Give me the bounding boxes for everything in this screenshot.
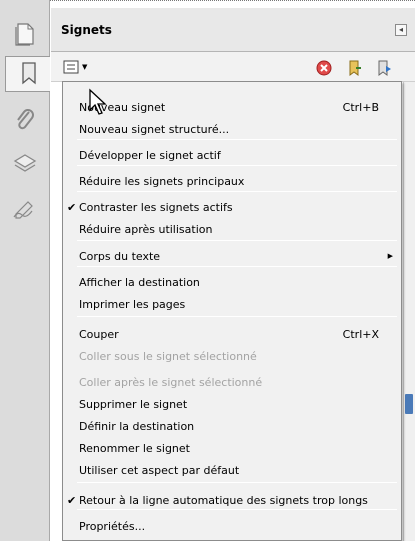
menu-item-label: Contraster les signets actifs xyxy=(79,200,233,214)
menu-item-use-as-default[interactable]: Utiliser cet aspect par défaut xyxy=(63,459,401,481)
menu-item-show-destination[interactable]: Afficher la destination xyxy=(63,271,401,293)
bookmark-options-menu: Nouveau signet Ctrl+B Nouveau signet struc… xyxy=(62,81,402,541)
menu-item-rename-bookmark[interactable]: Renommer le signet xyxy=(63,437,401,459)
menu-item-expand-current-bookmark[interactable]: Développer le signet actif xyxy=(63,144,401,166)
navigation-rail xyxy=(0,0,51,541)
menu-item-paste-under-selected: Coller sous le signet sélectionné xyxy=(63,345,401,367)
menu-item-label: Réduire après utilisation xyxy=(79,222,213,236)
panel-top-border xyxy=(50,0,415,8)
menu-item-text-size[interactable]: Corps du texte ▶ xyxy=(63,245,401,267)
layers-icon[interactable] xyxy=(6,146,44,182)
menu-item-label: Nouveau signet structuré... xyxy=(79,122,230,136)
menu-item-cut[interactable]: Couper Ctrl+X xyxy=(63,323,401,345)
menu-item-properties[interactable]: Propriétés... xyxy=(63,515,401,537)
menu-separator xyxy=(77,266,397,267)
menu-item-label: Définir la destination xyxy=(79,419,195,433)
delete-icon[interactable] xyxy=(315,59,333,77)
checkmark-icon: ✔ xyxy=(67,200,77,214)
menu-item-label: Retour à la ligne automatique des signet… xyxy=(79,493,368,507)
menu-item-delete-bookmark[interactable]: Supprimer le signet xyxy=(63,393,401,415)
menu-item-shortcut: Ctrl+B xyxy=(342,100,379,114)
menu-item-label: Supprimer le signet xyxy=(79,397,188,411)
new-bookmark-icon[interactable] xyxy=(345,59,363,77)
menu-item-highlight-current-bookmarks[interactable]: ✔ Contraster les signets actifs xyxy=(63,196,401,218)
menu-item-label: Couper xyxy=(79,327,119,341)
menu-item-label: Utiliser cet aspect par défaut xyxy=(79,463,240,477)
panel-header: Signets ◂ xyxy=(51,8,415,52)
menu-separator xyxy=(77,509,397,510)
panel-title: Signets xyxy=(61,22,112,37)
menu-item-label: Imprimer les pages xyxy=(79,297,186,311)
panel-collapse-icon[interactable]: ◂ xyxy=(395,24,407,36)
checkmark-icon: ✔ xyxy=(67,493,77,507)
menu-separator xyxy=(77,191,397,192)
chevron-down-icon: ▼ xyxy=(82,63,88,71)
menu-item-label: Propriétés... xyxy=(79,519,146,533)
expand-bookmark-icon[interactable] xyxy=(375,59,393,77)
panel-toolbar: ▼ xyxy=(51,52,415,82)
options-menu-button[interactable]: ▼ xyxy=(63,58,93,76)
menu-item-collapse-after-use[interactable]: Réduire après utilisation xyxy=(63,218,401,240)
options-menu-icon xyxy=(63,60,79,74)
menu-separator xyxy=(77,482,397,483)
menu-item-collapse-top-bookmarks[interactable]: Réduire les signets principaux xyxy=(63,170,401,192)
menu-item-label: Réduire les signets principaux xyxy=(79,174,245,188)
pages-icon[interactable] xyxy=(6,16,44,52)
bookmarks-icon[interactable] xyxy=(5,56,51,92)
menu-item-label: Coller après le signet sélectionné xyxy=(79,375,263,389)
mouse-cursor-icon xyxy=(89,88,107,115)
menu-item-set-destination[interactable]: Définir la destination xyxy=(63,415,401,437)
scrollbar-thumb[interactable] xyxy=(405,394,413,414)
menu-item-label: Renommer le signet xyxy=(79,441,190,455)
menu-separator xyxy=(77,316,397,317)
menu-separator xyxy=(77,139,397,140)
submenu-arrow-icon: ▶ xyxy=(387,252,393,260)
menu-item-paste-after-selected: Coller après le signet sélectionné xyxy=(63,371,401,393)
menu-separator xyxy=(77,165,397,166)
menu-separator xyxy=(77,240,397,241)
menu-item-print-pages[interactable]: Imprimer les pages xyxy=(63,293,401,315)
menu-item-label: Afficher la destination xyxy=(79,275,200,289)
menu-item-label: Coller sous le signet sélectionné xyxy=(79,349,257,363)
menu-item-label: Développer le signet actif xyxy=(79,148,221,162)
attachments-icon[interactable] xyxy=(6,102,44,138)
panel-scrollbar[interactable] xyxy=(403,82,415,541)
menu-item-new-bookmark[interactable]: Nouveau signet Ctrl+B xyxy=(63,96,401,118)
menu-item-new-structured-bookmark[interactable]: Nouveau signet structuré... xyxy=(63,118,401,140)
signatures-icon[interactable] xyxy=(6,190,44,226)
menu-item-shortcut: Ctrl+X xyxy=(342,327,379,341)
menu-item-label: Corps du texte xyxy=(79,249,161,263)
menu-item-wrap-long-bookmarks[interactable]: ✔ Retour à la ligne automatique des signe… xyxy=(63,489,401,511)
